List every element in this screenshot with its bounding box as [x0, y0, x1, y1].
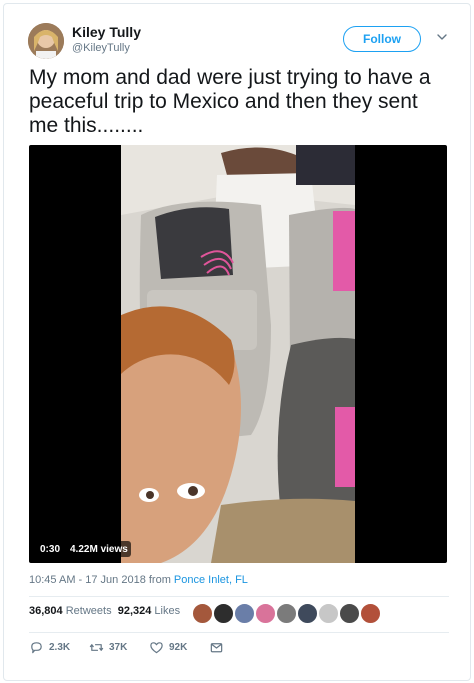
follow-button[interactable]: Follow — [343, 26, 421, 52]
direct-message-button[interactable] — [209, 640, 224, 655]
video-frame — [121, 145, 355, 563]
video-views-badge: 4.22M views — [67, 541, 131, 557]
retweet-icon — [89, 644, 104, 651]
like-button[interactable]: 92K — [149, 640, 187, 655]
likes-label[interactable]: Likes — [154, 605, 180, 617]
liker-avatar[interactable] — [213, 603, 234, 624]
liker-avatar[interactable] — [318, 603, 339, 624]
liker-avatar[interactable] — [276, 603, 297, 624]
liker-avatar[interactable] — [234, 603, 255, 624]
likes-count[interactable]: 92,324 — [118, 605, 152, 617]
reply-icon — [31, 642, 42, 654]
liker-avatar[interactable] — [297, 603, 318, 624]
retweet-button[interactable]: 37K — [89, 640, 127, 655]
tweet-text: My mom and dad were just trying to have … — [29, 66, 431, 137]
avatar-image — [28, 23, 64, 59]
liker-avatar[interactable] — [360, 603, 381, 624]
reply-button[interactable]: 2.3K — [29, 640, 70, 655]
tweet-location-link[interactable]: Ponce Inlet, FL — [174, 574, 248, 586]
video-duration-badge: 0:30 — [37, 541, 64, 557]
user-handle[interactable]: @KileyTully — [72, 41, 130, 55]
retweets-label[interactable]: Retweets — [66, 605, 112, 617]
divider — [29, 632, 449, 633]
retweets-count[interactable]: 36,804 — [29, 605, 63, 617]
tweet-meta: 10:45 AM - 17 Jun 2018 from Ponce Inlet,… — [29, 574, 248, 586]
liker-avatar[interactable] — [255, 603, 276, 624]
retweet-count: 37K — [109, 642, 128, 653]
user-name[interactable]: Kiley Tully — [72, 24, 141, 41]
chevron-down-icon[interactable] — [436, 31, 448, 43]
tweet-stats: 36,804 Retweets 92,324 Likes — [29, 605, 180, 617]
liker-avatar[interactable] — [339, 603, 360, 624]
message-icon — [210, 643, 223, 653]
liker-avatar[interactable] — [192, 603, 213, 624]
video-player[interactable]: 0:30 4.22M views — [29, 145, 447, 563]
like-count: 92K — [169, 642, 188, 653]
divider — [29, 596, 449, 597]
reply-count: 2.3K — [49, 642, 71, 653]
heart-icon — [150, 642, 163, 654]
tweet-timestamp[interactable]: 10:45 AM - 17 Jun 2018 from — [29, 574, 174, 586]
avatar[interactable] — [28, 23, 64, 59]
